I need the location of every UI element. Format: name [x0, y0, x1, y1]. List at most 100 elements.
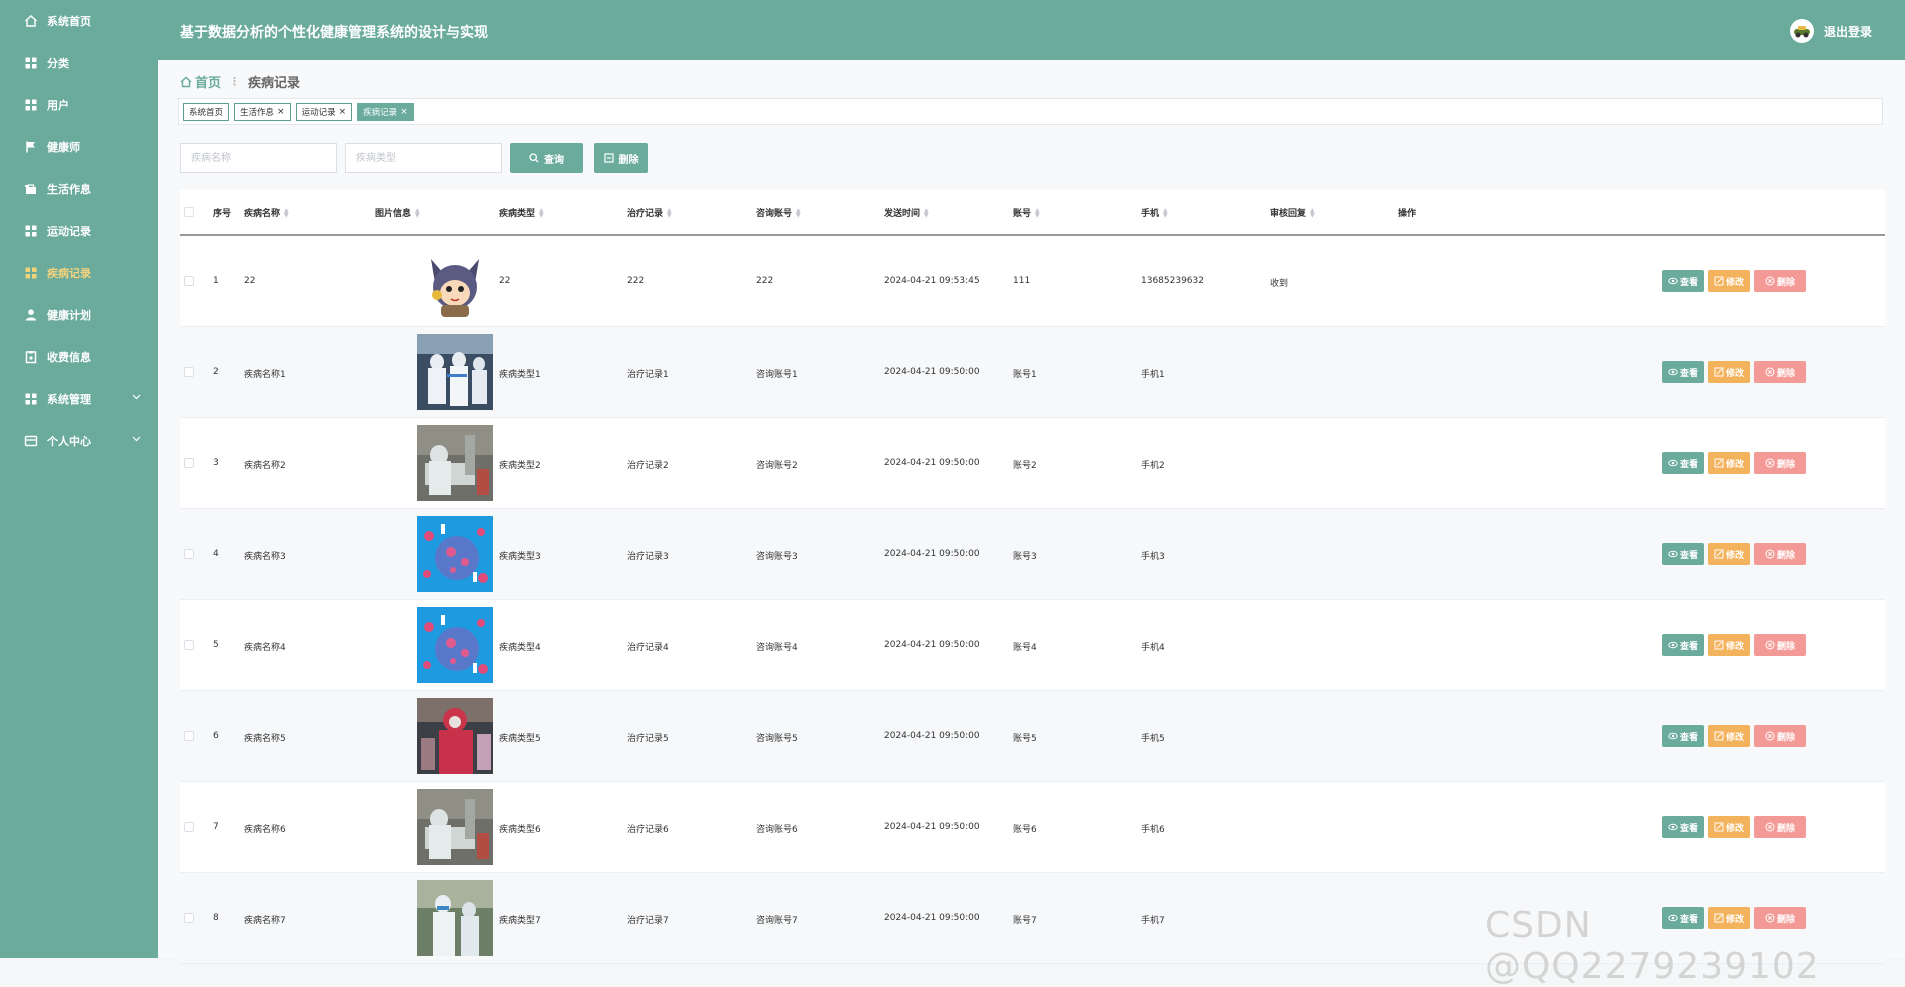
close-icon[interactable]: ×: [277, 107, 285, 117]
column-header-9[interactable]: 审核回复 ▲ ▼: [1270, 206, 1315, 219]
sort-icon[interactable]: ▲ ▼: [1163, 207, 1168, 218]
cell-phone: 手机6: [1141, 825, 1165, 835]
edit-button[interactable]: 修改: [1708, 634, 1750, 656]
view-button[interactable]: 查看: [1662, 361, 1704, 383]
view-button[interactable]: 查看: [1662, 634, 1704, 656]
sort-icon[interactable]: ▲ ▼: [667, 207, 672, 218]
delete-button[interactable]: 删除: [1754, 725, 1806, 747]
edit-button[interactable]: 修改: [1708, 816, 1750, 838]
column-header-6[interactable]: 发送时间 ▲ ▼: [884, 206, 929, 219]
disease-type-input[interactable]: [345, 143, 502, 173]
row-checkbox[interactable]: [184, 458, 194, 468]
sidebar-item-0[interactable]: 系统首页: [0, 0, 158, 42]
cell-reply: 收到: [1270, 279, 1289, 289]
cell-phone: 手机1: [1141, 370, 1165, 380]
row-actions: 查看 修改 删除: [1662, 543, 1810, 565]
disease-image[interactable]: [417, 425, 493, 501]
column-header-2[interactable]: 图片信息 ▲ ▼: [375, 206, 420, 219]
column-header-1[interactable]: 疾病名称 ▲ ▼: [244, 206, 289, 219]
delete-button[interactable]: 删除: [1754, 270, 1806, 292]
sidebar-item-1[interactable]: 分类: [0, 42, 158, 84]
sidebar-item-2[interactable]: 用户: [0, 84, 158, 126]
top-header: 基于数据分析的个性化健康管理系统的设计与实现 退出登录: [158, 0, 1905, 60]
tab-3[interactable]: 疾病记录 ×: [357, 102, 414, 121]
sort-icon[interactable]: ▲ ▼: [1310, 207, 1315, 218]
sidebar-item-label: 系统管理: [47, 393, 91, 406]
sidebar-item-8[interactable]: 收费信息: [0, 336, 158, 378]
delete-button[interactable]: 删除: [1754, 452, 1806, 474]
sort-icon[interactable]: ▲ ▼: [415, 207, 420, 218]
view-button[interactable]: 查看: [1662, 270, 1704, 292]
sort-icon[interactable]: ▲ ▼: [284, 207, 289, 218]
query-button[interactable]: 查询: [510, 143, 583, 173]
row-checkbox[interactable]: [184, 549, 194, 559]
sidebar-item-label: 分类: [47, 57, 69, 70]
cell-consult: 咨询账号3: [756, 552, 798, 562]
column-header-3[interactable]: 疾病类型 ▲ ▼: [499, 206, 544, 219]
avatar[interactable]: [1790, 19, 1814, 43]
disease-image[interactable]: [417, 243, 493, 319]
disease-image[interactable]: [417, 516, 493, 592]
grid-icon: [24, 224, 38, 238]
eye-icon: [1668, 640, 1678, 650]
edit-button[interactable]: 修改: [1708, 452, 1750, 474]
view-button[interactable]: 查看: [1662, 452, 1704, 474]
batch-delete-button[interactable]: 删除: [594, 143, 648, 173]
row-checkbox[interactable]: [184, 822, 194, 832]
sidebar-item-7[interactable]: 健康计划: [0, 294, 158, 336]
disease-image[interactable]: [417, 789, 493, 865]
column-header-8[interactable]: 手机 ▲ ▼: [1141, 206, 1168, 219]
sidebar-item-5[interactable]: 运动记录: [0, 210, 158, 252]
delete-button[interactable]: 删除: [1754, 816, 1806, 838]
column-header-7[interactable]: 账号 ▲ ▼: [1013, 206, 1040, 219]
close-icon[interactable]: ×: [339, 107, 347, 117]
disease-image[interactable]: [417, 334, 493, 410]
sidebar-item-6[interactable]: 疾病记录: [0, 252, 158, 294]
disease-image[interactable]: [417, 880, 493, 956]
close-circle-icon: [1765, 276, 1775, 286]
row-actions: 查看 修改 删除: [1662, 816, 1810, 838]
view-button[interactable]: 查看: [1662, 816, 1704, 838]
row-checkbox[interactable]: [184, 913, 194, 923]
query-label: 查询: [544, 154, 564, 166]
sidebar-item-9[interactable]: 系统管理: [0, 378, 158, 420]
sidebar-item-10[interactable]: 个人中心: [0, 420, 158, 462]
column-header-4[interactable]: 治疗记录 ▲ ▼: [627, 206, 672, 219]
close-icon[interactable]: ×: [400, 107, 408, 117]
edit-button[interactable]: 修改: [1708, 725, 1750, 747]
tab-0[interactable]: 系统首页: [183, 102, 230, 121]
batch-delete-label: 删除: [618, 154, 639, 166]
logout-button[interactable]: 退出登录: [1824, 23, 1872, 40]
disease-image[interactable]: [417, 698, 493, 774]
row-checkbox[interactable]: [184, 731, 194, 741]
edit-button[interactable]: 修改: [1708, 270, 1750, 292]
cell-idx: 3: [213, 458, 219, 468]
sidebar-item-label: 健康计划: [47, 309, 91, 322]
sort-icon[interactable]: ▲ ▼: [796, 207, 801, 218]
disease-name-input[interactable]: [180, 143, 337, 173]
delete-button[interactable]: 删除: [1754, 543, 1806, 565]
sidebar-item-4[interactable]: 生活作息: [0, 168, 158, 210]
row-checkbox[interactable]: [184, 640, 194, 650]
column-header-5[interactable]: 咨询账号 ▲ ▼: [756, 206, 801, 219]
sidebar-item-3[interactable]: 健康师: [0, 126, 158, 168]
delete-button[interactable]: 删除: [1754, 361, 1806, 383]
breadcrumb-current: 疾病记录: [248, 76, 301, 91]
delete-button[interactable]: 删除: [1754, 634, 1806, 656]
sort-icon[interactable]: ▲ ▼: [924, 207, 929, 218]
breadcrumb-home[interactable]: 首页: [180, 72, 221, 91]
disease-table: 序号 疾病名称 ▲ ▼ 图片信息 ▲ ▼ 疾病类型 ▲ ▼ 治疗记录 ▲ ▼ 咨询账号 ▲ ▼ 发送时间 ▲ ▼ 账号…: [180, 190, 1885, 964]
watermark: CSDN @QQ2279239102: [1485, 905, 1820, 987]
tab-2[interactable]: 运动记录 ×: [295, 102, 353, 121]
sort-icon[interactable]: ▲ ▼: [539, 207, 544, 218]
tab-1[interactable]: 生活作息 ×: [234, 102, 291, 121]
row-checkbox[interactable]: [184, 276, 194, 286]
disease-image[interactable]: [417, 607, 493, 683]
row-checkbox[interactable]: [184, 367, 194, 377]
view-button[interactable]: 查看: [1662, 725, 1704, 747]
select-all-checkbox[interactable]: [184, 207, 194, 217]
sort-icon[interactable]: ▲ ▼: [1035, 207, 1040, 218]
edit-button[interactable]: 修改: [1708, 361, 1750, 383]
view-button[interactable]: 查看: [1662, 543, 1704, 565]
edit-button[interactable]: 修改: [1708, 543, 1750, 565]
